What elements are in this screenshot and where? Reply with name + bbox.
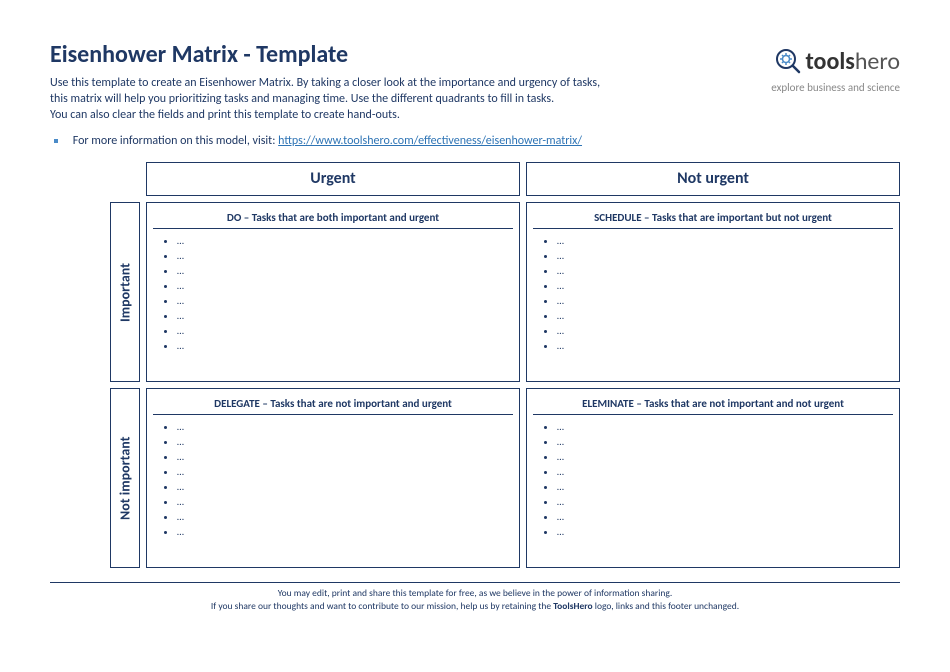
quadrant-eliminate[interactable]: ELEMINATE – Tasks that are not important…	[526, 388, 900, 568]
gear-magnifier-icon	[775, 48, 801, 79]
list-item[interactable]: …	[557, 419, 885, 434]
quadrant-schedule-title: SCHEDULE – Tasks that are important but …	[533, 207, 893, 229]
quadrant-eliminate-title: ELEMINATE – Tasks that are not important…	[533, 393, 893, 415]
logo-tagline: explore business and science	[771, 81, 900, 94]
list-item[interactable]: …	[177, 263, 505, 278]
quadrant-schedule-body[interactable]: ……………………	[527, 231, 899, 355]
list-item[interactable]: …	[177, 293, 505, 308]
list-item[interactable]: …	[177, 509, 505, 524]
quadrant-eliminate-body[interactable]: ……………………	[527, 417, 899, 541]
task-list[interactable]: ……………………	[541, 233, 885, 353]
quadrant-delegate[interactable]: DELEGATE – Tasks that are not important …	[146, 388, 520, 568]
footer-line-1: You may edit, print and share this templ…	[278, 587, 673, 599]
list-item[interactable]: …	[177, 278, 505, 293]
logo-text-thin: hero	[855, 47, 900, 76]
quadrant-do[interactable]: DO – Tasks that are both important and u…	[146, 202, 520, 382]
info-line: For more information on this model, visi…	[50, 134, 900, 148]
list-item[interactable]: …	[557, 524, 885, 539]
footer-divider	[50, 582, 900, 583]
list-item[interactable]: …	[177, 479, 505, 494]
list-item[interactable]: …	[557, 494, 885, 509]
list-item[interactable]: …	[177, 338, 505, 353]
quadrant-delegate-body[interactable]: ……………………	[147, 417, 519, 541]
list-item[interactable]: …	[557, 509, 885, 524]
quadrant-schedule[interactable]: SCHEDULE – Tasks that are important but …	[526, 202, 900, 382]
footer: You may edit, print and share this templ…	[50, 587, 900, 614]
quadrant-do-title: DO – Tasks that are both important and u…	[153, 207, 513, 229]
info-link[interactable]: https://www.toolshero.com/effectiveness/…	[278, 134, 582, 148]
footer-line-2a: If you share our thoughts and want to co…	[211, 600, 553, 612]
info-prefix: For more information on this model, visi…	[73, 134, 278, 148]
logo: toolshero	[771, 48, 900, 79]
list-item[interactable]: …	[557, 434, 885, 449]
list-item[interactable]: …	[177, 494, 505, 509]
logo-text-bold: tools	[805, 47, 854, 76]
list-item[interactable]: …	[177, 248, 505, 263]
list-item[interactable]: …	[557, 464, 885, 479]
list-item[interactable]: …	[177, 308, 505, 323]
quadrant-delegate-title: DELEGATE – Tasks that are not important …	[153, 393, 513, 415]
list-item[interactable]: …	[557, 479, 885, 494]
task-list[interactable]: ……………………	[161, 419, 505, 539]
list-item[interactable]: …	[557, 233, 885, 248]
footer-brand: ToolsHero	[553, 600, 592, 612]
list-item[interactable]: …	[177, 233, 505, 248]
list-item[interactable]: …	[557, 293, 885, 308]
intro-text: Use this template to create an Eisenhowe…	[50, 75, 600, 124]
list-item[interactable]: …	[177, 323, 505, 338]
intro-line-3: You can also clear the fields and print …	[50, 108, 400, 122]
list-item[interactable]: …	[177, 419, 505, 434]
col-header-urgent: Urgent	[146, 162, 520, 196]
intro-line-1: Use this template to create an Eisenhowe…	[50, 76, 600, 90]
list-item[interactable]: …	[557, 308, 885, 323]
row-header-not-important: Not important	[110, 388, 140, 568]
list-item[interactable]: …	[177, 434, 505, 449]
list-item[interactable]: …	[557, 449, 885, 464]
list-item[interactable]: …	[557, 263, 885, 278]
row-header-important: Important	[110, 202, 140, 382]
bullet-icon	[54, 139, 58, 143]
list-item[interactable]: …	[177, 464, 505, 479]
page-title: Eisenhower Matrix - Template	[50, 40, 600, 69]
task-list[interactable]: ……………………	[161, 233, 505, 353]
task-list[interactable]: ……………………	[541, 419, 885, 539]
intro-line-2: this matrix will help you prioritizing t…	[50, 92, 554, 106]
list-item[interactable]: …	[557, 338, 885, 353]
list-item[interactable]: …	[177, 524, 505, 539]
quadrant-do-body[interactable]: ……………………	[147, 231, 519, 355]
col-header-not-urgent: Not urgent	[526, 162, 900, 196]
list-item[interactable]: …	[557, 278, 885, 293]
logo-block: toolshero explore business and science	[771, 40, 900, 94]
list-item[interactable]: …	[557, 248, 885, 263]
list-item[interactable]: …	[557, 323, 885, 338]
list-item[interactable]: …	[177, 449, 505, 464]
footer-line-2b: logo, links and this footer unchanged.	[593, 600, 739, 612]
eisenhower-matrix: Urgent Not urgent Important DO – Tasks t…	[110, 162, 900, 568]
